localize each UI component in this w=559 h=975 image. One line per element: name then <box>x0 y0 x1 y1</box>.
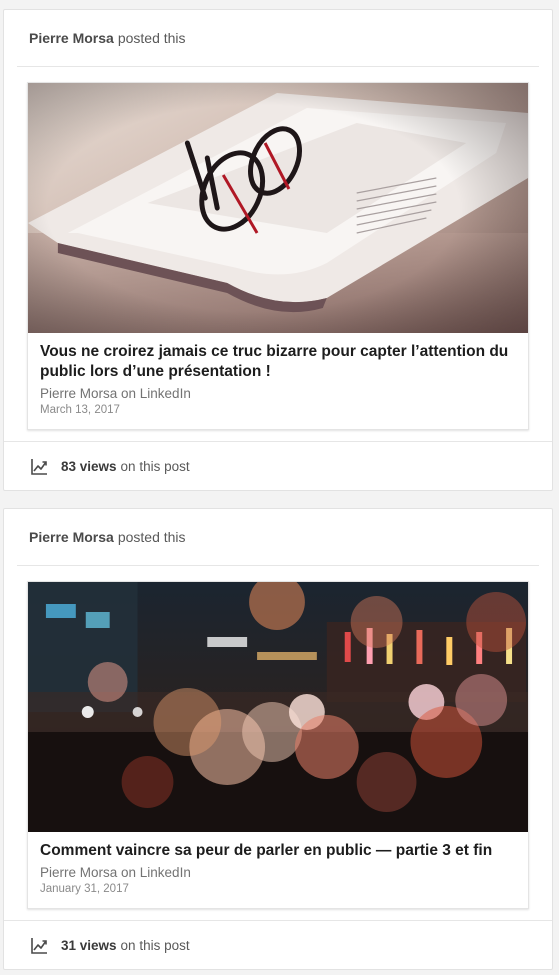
post-action-text: posted this <box>117 529 186 545</box>
article-title[interactable]: Comment vaincre sa peur de parler en pub… <box>40 841 516 861</box>
post-header: Pierre Morsa posted this <box>17 509 539 566</box>
views-count: 31 views <box>61 937 117 953</box>
article-date: March 13, 2017 <box>40 404 120 416</box>
views-suffix: on this post <box>120 458 190 474</box>
article-preview-card[interactable]: Comment vaincre sa peur de parler en pub… <box>27 581 529 909</box>
post-card: Pierre Morsa posted this <box>3 508 553 970</box>
post-card: Pierre Morsa posted this <box>3 9 553 491</box>
author-name[interactable]: Pierre Morsa <box>29 30 114 46</box>
post-stats-footer[interactable]: 83 views on this post <box>4 441 552 490</box>
chart-trend-icon <box>31 937 47 954</box>
article-text: Comment vaincre sa peur de parler en pub… <box>28 832 528 897</box>
activity-feed: Pierre Morsa posted this Vous ne croirez… <box>0 0 559 975</box>
views-count: 83 views <box>61 458 117 474</box>
post-stats-footer[interactable]: 31 views on this post <box>4 920 552 969</box>
article-source: Pierre Morsa on LinkedIn <box>40 865 191 880</box>
article-text: Vous ne croirez jamais ce truc bizarre p… <box>28 333 528 418</box>
article-title[interactable]: Vous ne croirez jamais ce truc bizarre p… <box>40 342 516 382</box>
author-name[interactable]: Pierre Morsa <box>29 529 114 545</box>
post-action-text: posted this <box>117 30 186 46</box>
post-header: Pierre Morsa posted this <box>17 10 539 67</box>
views-suffix: on this post <box>120 937 190 953</box>
article-source: Pierre Morsa on LinkedIn <box>40 386 191 401</box>
article-image-newspaper[interactable] <box>28 83 528 333</box>
article-date: January 31, 2017 <box>40 883 129 895</box>
article-image-city-bokeh[interactable] <box>28 582 528 832</box>
article-preview-card[interactable]: Vous ne croirez jamais ce truc bizarre p… <box>27 82 529 430</box>
chart-trend-icon <box>31 458 47 475</box>
